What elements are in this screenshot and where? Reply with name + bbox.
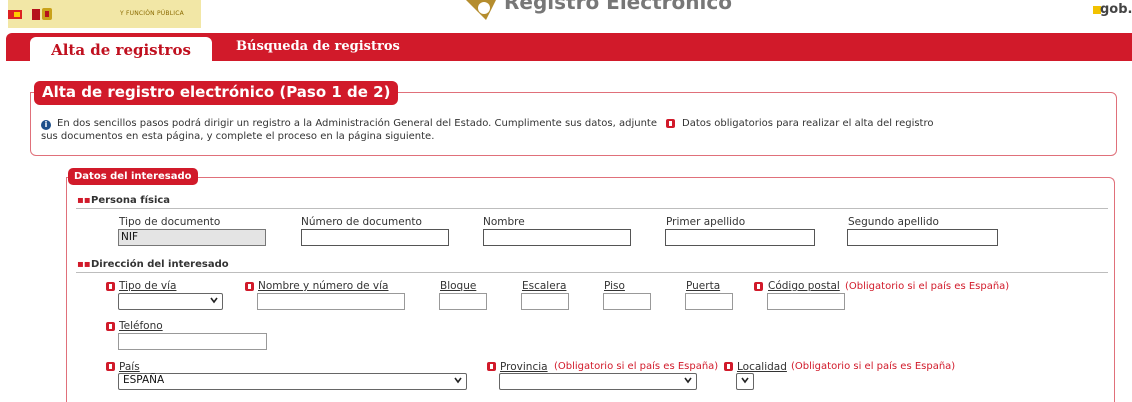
divider [76, 208, 1108, 209]
bloque-input[interactable] [439, 293, 487, 310]
coat-of-arms-icon [32, 8, 52, 20]
info-icon: i [41, 120, 51, 130]
puerta-label: Puerta [686, 280, 721, 292]
chevron-down-icon [210, 297, 218, 304]
tab-busqueda-registros[interactable]: Búsqueda de registros [236, 39, 400, 54]
pais-value: ESPAÑA [123, 374, 165, 386]
intro-text-line1: En dos sencillos pasos podrá dirigir un … [57, 118, 657, 129]
tipo-documento-field: NIF [118, 229, 266, 246]
codigo-postal-note: (Obligatorio si el país es España) [845, 281, 1010, 292]
nombre-label: Nombre [483, 216, 525, 228]
provincia-note: (Obligatorio si el país es España) [554, 361, 719, 372]
gob-es-logo[interactable]: gob.es [1100, 2, 1132, 17]
ministry-name: Y FUNCIÓN PÚBLICA [120, 10, 184, 17]
tipo-via-select[interactable] [118, 293, 223, 310]
required-icon [106, 362, 115, 371]
telefono-input[interactable] [118, 333, 267, 350]
tipo-via-label: Tipo de vía [119, 280, 177, 292]
nombre-via-label: Nombre y número de vía [258, 280, 389, 292]
provincia-select[interactable] [499, 373, 697, 390]
primer-apellido-input[interactable] [665, 229, 815, 246]
flag-stripe [14, 12, 20, 17]
bloque-label: Bloque [440, 280, 477, 292]
tipo-documento-label: Tipo de documento [119, 216, 221, 228]
required-icon [487, 362, 496, 371]
escalera-label: Escalera [522, 280, 567, 292]
puerta-input[interactable] [685, 293, 733, 310]
bullet-icon: ▪▪ [77, 259, 91, 270]
nombre-input[interactable] [483, 229, 631, 246]
persona-fisica-heading: Persona física [91, 195, 171, 206]
segundo-apellido-label: Segundo apellido [848, 216, 939, 228]
chevron-down-icon [454, 377, 462, 384]
page-title: Alta de registro electrónico (Paso 1 de … [34, 81, 399, 105]
required-icon [724, 362, 733, 371]
required-icon [245, 282, 254, 291]
piso-label: Piso [604, 280, 625, 292]
chevron-down-icon [741, 377, 749, 384]
segundo-apellido-input[interactable] [847, 229, 998, 246]
numero-documento-label: Número de documento [301, 216, 422, 228]
required-icon [106, 322, 115, 331]
localidad-label: Localidad [737, 361, 787, 373]
codigo-postal-input[interactable] [767, 293, 845, 310]
localidad-select[interactable] [736, 373, 754, 390]
chevron-down-icon [684, 377, 692, 384]
bullet-icon: ▪▪ [77, 195, 91, 206]
app-title: Registro Electrónico [504, 0, 732, 14]
tab-alta-registros[interactable]: Alta de registros [30, 37, 212, 65]
section-title: Datos del interesado [68, 168, 198, 185]
intro-text-line2: sus documentos en esta página, y complet… [41, 131, 435, 142]
pais-select[interactable]: ESPAÑA [118, 373, 467, 390]
escalera-input[interactable] [521, 293, 569, 310]
direccion-heading: Dirección del interesado [91, 259, 229, 270]
nombre-via-input[interactable] [257, 293, 405, 310]
telefono-label: Teléfono [119, 320, 163, 332]
provincia-label: Provincia [500, 361, 548, 373]
numero-documento-input[interactable] [301, 229, 449, 246]
registro-logo-icon [466, 0, 496, 20]
piso-input[interactable] [603, 293, 651, 310]
pais-label: País [119, 361, 140, 373]
required-icon [754, 282, 763, 291]
required-icon [666, 119, 675, 128]
required-icon [106, 282, 115, 291]
codigo-postal-label: Código postal [768, 280, 840, 292]
divider [76, 272, 1108, 273]
required-legend: Datos obligatorios para realizar el alta… [682, 118, 934, 129]
primer-apellido-label: Primer apellido [666, 216, 746, 228]
localidad-note: (Obligatorio si el país es España) [791, 361, 956, 372]
